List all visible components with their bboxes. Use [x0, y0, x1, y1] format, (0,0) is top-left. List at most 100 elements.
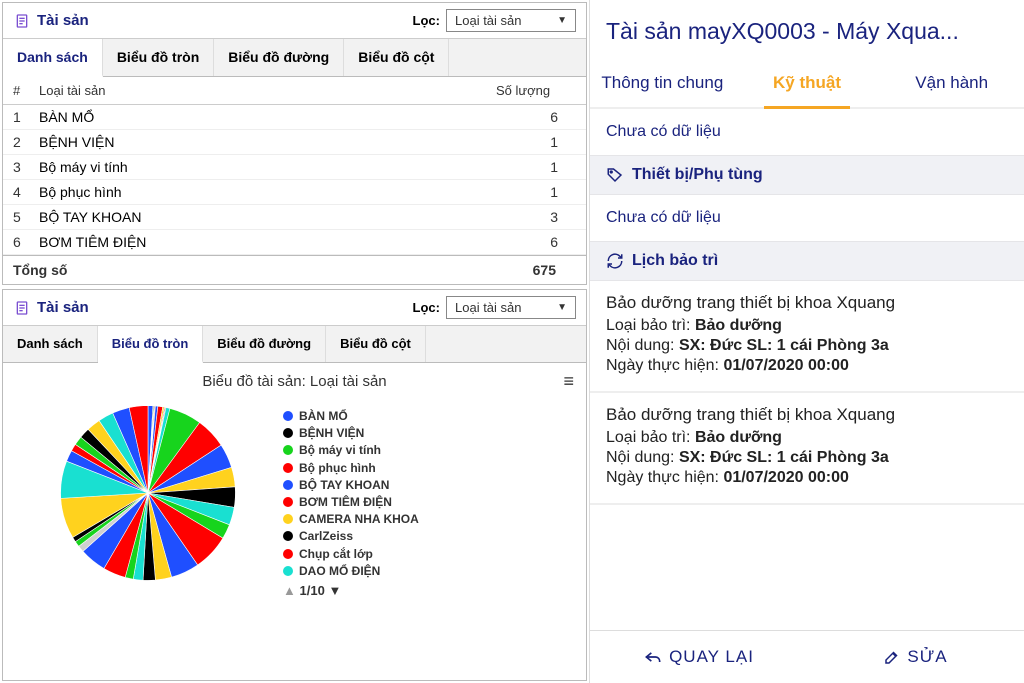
tab-line[interactable]: Biểu đồ đường [203, 326, 326, 362]
table-row[interactable]: 4Bộ phục hình1 [3, 180, 586, 205]
cell-qty: 6 [496, 234, 586, 250]
col-index: # [3, 83, 33, 98]
back-label: QUAY LẠI [669, 647, 754, 667]
legend-label: BÀN MỔ [299, 408, 348, 424]
cell-name: Bộ phục hình [33, 184, 496, 200]
table-row[interactable]: 1BÀN MỔ6 [3, 105, 586, 130]
clipboard-icon [13, 12, 31, 30]
legend-label: BỘ TAY KHOAN [299, 477, 389, 493]
col-name: Loại tài sản [33, 83, 496, 98]
filter-dropdown[interactable]: Loại tài sản ▼ [446, 9, 576, 32]
cell-name: Bộ máy vi tính [33, 159, 496, 175]
table-row[interactable]: 3Bộ máy vi tính1 [3, 155, 586, 180]
legend-item[interactable]: BƠM TIÊM ĐIỆN [283, 494, 576, 510]
refresh-icon [606, 252, 624, 270]
tab-technical[interactable]: Kỹ thuật [735, 59, 880, 107]
chart-title: Biểu đồ tài sản: Loại tài sản [202, 373, 386, 390]
filter-label: Lọc: [413, 300, 440, 315]
pager-prev-icon[interactable]: ▲ [283, 583, 296, 598]
chart-menu-icon[interactable]: ≡ [563, 371, 574, 392]
legend-item[interactable]: BÀN MỔ [283, 408, 576, 424]
panel-title: Tài sản [37, 299, 413, 316]
cell-qty: 3 [496, 209, 586, 225]
legend-label: Bộ phục hình [299, 460, 376, 476]
legend-item[interactable]: CAMERA NHA KHOA [283, 511, 576, 527]
tab-pie[interactable]: Biểu đồ tròn [103, 39, 214, 76]
tag-icon [606, 166, 624, 184]
legend-label: CAMERA NHA KHOA [299, 511, 419, 527]
pager-text: 1/10 [300, 583, 325, 598]
edit-button[interactable]: SỬA [807, 631, 1024, 683]
back-button[interactable]: QUAY LẠI [590, 631, 807, 683]
assets-panel-list: Tài sản Lọc: Loại tài sản ▼ Danh sách Bi… [2, 2, 587, 285]
legend-item[interactable]: DAO MỔ ĐIỆN [283, 563, 576, 579]
maint-content: Nội dung: SX: Đức SL: 1 cái Phòng 3a [606, 337, 1008, 355]
maintenance-item[interactable]: Bảo dưỡng trang thiết bị khoa Xquang Loại… [590, 281, 1024, 393]
legend-item[interactable]: Bộ máy vi tính [283, 442, 576, 458]
panel-header: Tài sản Lọc: Loại tài sản ▼ [3, 3, 586, 39]
maint-title: Bảo dưỡng trang thiết bị khoa Xquang [606, 405, 1008, 425]
detail-footer: QUAY LẠI SỬA [590, 630, 1024, 683]
pager-next-icon[interactable]: ▼ [328, 583, 341, 598]
legend-pager: ▲ 1/10 ▼ [283, 580, 576, 602]
legend-swatch [283, 445, 293, 455]
view-tabs: Danh sách Biểu đồ tròn Biểu đồ đường Biể… [3, 39, 586, 77]
section-schedule[interactable]: Lịch bảo trì [590, 241, 1024, 281]
cell-index: 4 [3, 184, 33, 200]
maint-type: Loại bảo trì: Bảo dưỡng [606, 317, 1008, 335]
cell-index: 2 [3, 134, 33, 150]
caret-down-icon: ▼ [557, 302, 567, 313]
caret-down-icon: ▼ [557, 15, 567, 26]
legend-item[interactable]: Chụp cắt lớp [283, 546, 576, 562]
legend-swatch [283, 497, 293, 507]
maint-type: Loại bảo trì: Bảo dưỡng [606, 429, 1008, 447]
maint-date: Ngày thực hiện: 01/07/2020 00:00 [606, 469, 1008, 487]
assets-table: # Loại tài sản Số lượng 1BÀN MỔ62BỆNH VI… [3, 77, 586, 284]
no-data-text: Chưa có dữ liệu [590, 109, 1024, 155]
tab-operation[interactable]: Vận hành [879, 59, 1024, 107]
maintenance-item[interactable]: Bảo dưỡng trang thiết bị khoa Xquang Loại… [590, 393, 1024, 505]
filter-dropdown[interactable]: Loại tài sản ▼ [446, 296, 576, 319]
legend-swatch [283, 411, 293, 421]
tab-list[interactable]: Danh sách [3, 326, 98, 362]
view-tabs: Danh sách Biểu đồ tròn Biểu đồ đường Biể… [3, 326, 586, 363]
legend-swatch [283, 480, 293, 490]
legend-swatch [283, 428, 293, 438]
panel-title: Tài sản [37, 12, 413, 29]
total-label: Tổng số [13, 262, 533, 278]
legend-label: Bộ máy vi tính [299, 442, 381, 458]
table-row[interactable]: 2BỆNH VIỆN1 [3, 130, 586, 155]
cell-index: 3 [3, 159, 33, 175]
table-row[interactable]: 6BƠM TIÊM ĐIỆN6 [3, 230, 586, 255]
legend-item[interactable]: BỆNH VIỆN [283, 425, 576, 441]
tab-pie[interactable]: Biểu đồ tròn [98, 326, 204, 363]
tab-list[interactable]: Danh sách [3, 39, 103, 77]
assets-panel-chart: Tài sản Lọc: Loại tài sản ▼ Danh sách Bi… [2, 289, 587, 681]
table-header: # Loại tài sản Số lượng [3, 77, 586, 105]
tab-line[interactable]: Biểu đồ đường [214, 39, 344, 76]
section-equipment[interactable]: Thiết bị/Phụ tùng [590, 155, 1024, 195]
maint-date: Ngày thực hiện: 01/07/2020 00:00 [606, 357, 1008, 375]
filter-label: Lọc: [413, 13, 440, 28]
cell-qty: 1 [496, 134, 586, 150]
legend-item[interactable]: CarlZeiss [283, 528, 576, 544]
back-arrow-icon [643, 647, 663, 667]
legend: BÀN MỔBỆNH VIỆNBộ máy vi tính Bộ phục hìn… [283, 398, 576, 601]
legend-item[interactable]: BỘ TAY KHOAN [283, 477, 576, 493]
table-row[interactable]: 5BỘ TAY KHOAN3 [3, 205, 586, 230]
legend-label: BỆNH VIỆN [299, 425, 364, 441]
maint-title: Bảo dưỡng trang thiết bị khoa Xquang [606, 293, 1008, 313]
cell-name: BƠM TIÊM ĐIỆN [33, 234, 496, 250]
tab-bar[interactable]: Biểu đồ cột [344, 39, 449, 76]
legend-item[interactable]: Bộ phục hình [283, 460, 576, 476]
cell-qty: 1 [496, 184, 586, 200]
panel-header: Tài sản Lọc: Loại tài sản ▼ [3, 290, 586, 326]
legend-swatch [283, 514, 293, 524]
tab-bar[interactable]: Biểu đồ cột [326, 326, 426, 362]
chart-title-row: Biểu đồ tài sản: Loại tài sản ≡ [3, 363, 586, 394]
no-data-text: Chưa có dữ liệu [590, 195, 1024, 241]
table-body[interactable]: 1BÀN MỔ62BỆNH VIỆN13Bộ máy vi tính14Bộ p… [3, 105, 586, 255]
legend-label: CarlZeiss [299, 528, 353, 544]
section-equipment-label: Thiết bị/Phụ tùng [632, 166, 763, 184]
tab-general[interactable]: Thông tin chung [590, 59, 735, 107]
